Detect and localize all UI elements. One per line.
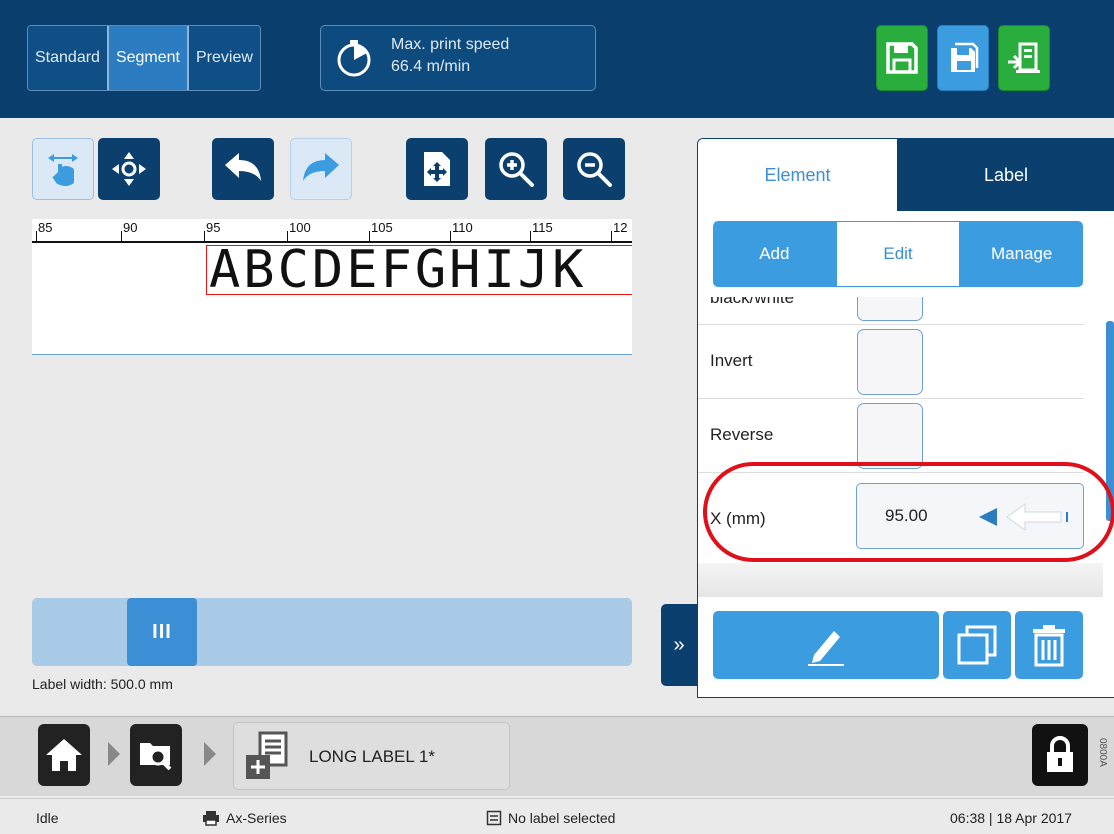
label-status-icon <box>486 810 502 826</box>
view-tabs: Standard Segment Preview <box>27 25 261 91</box>
save-icon <box>886 42 918 74</box>
zoom-in-button[interactable] <box>485 138 547 200</box>
subtab-add[interactable]: Add <box>713 221 836 287</box>
panel-subtabs: Add Edit Manage <box>713 221 1083 287</box>
undo-button[interactable] <box>212 138 274 200</box>
stopwatch-icon <box>337 40 371 77</box>
exit-icon <box>1008 42 1040 73</box>
save-as-icon <box>951 42 979 72</box>
ruler-label: 100 <box>289 220 311 235</box>
label-name: LONG LABEL 1* <box>309 747 435 766</box>
printer-text: Ax-Series <box>226 810 287 826</box>
edit-element-button[interactable] <box>713 611 939 679</box>
ruler-tick <box>450 231 451 241</box>
ruler-label: 105 <box>371 220 393 235</box>
datetime-text: 06:38 | 18 Apr 2017 <box>950 810 1072 826</box>
scrollbar-thumb[interactable]: III <box>127 598 197 666</box>
breadcrumb-arrow-icon <box>204 742 216 766</box>
delete-element-button[interactable] <box>1015 611 1083 679</box>
current-label-crumb[interactable]: LONG LABEL 1* <box>233 722 510 790</box>
black-white-checkbox[interactable] <box>857 297 923 321</box>
move-icon <box>112 152 146 186</box>
version-code: 0800A <box>1097 738 1108 767</box>
folder-search-icon <box>140 743 172 771</box>
speed-title: Max. print speed <box>391 36 510 53</box>
touch-pan-button[interactable] <box>32 138 94 200</box>
ruler-label: 95 <box>206 220 221 235</box>
move-button[interactable] <box>98 138 160 200</box>
save-as-button[interactable] <box>937 25 989 91</box>
label-width-text: Label width: 500.0 mm <box>32 676 173 692</box>
subtab-manage[interactable]: Manage <box>960 221 1083 287</box>
save-button[interactable] <box>876 25 928 91</box>
browse-labels-button[interactable] <box>130 724 182 786</box>
breadcrumb-arrow-icon <box>108 742 120 766</box>
zoom-in-icon <box>499 152 534 187</box>
touch-pan-icon <box>48 154 78 186</box>
label-status: No label selected <box>486 810 615 826</box>
home-button[interactable] <box>38 724 90 786</box>
printer-icon <box>203 811 219 826</box>
ruler-label: 110 <box>452 220 473 235</box>
speed-value: 66.4 m/min <box>391 58 471 75</box>
property-row-black-white: black/white <box>698 297 1084 325</box>
tab-preview[interactable]: Preview <box>188 26 260 90</box>
ruler-tick <box>287 231 288 241</box>
lock-icon <box>1047 736 1073 772</box>
label-canvas[interactable]: ABCDEFGHIJK <box>32 243 632 355</box>
ruler-tick <box>36 231 37 241</box>
new-label-icon <box>246 731 288 779</box>
invert-label: Invert <box>710 351 753 370</box>
highlight-annotation <box>703 462 1114 562</box>
delete-icon <box>1033 625 1065 667</box>
home-icon <box>46 739 82 771</box>
fit-icon <box>424 152 450 186</box>
reverse-label: Reverse <box>710 425 774 444</box>
print-speed-panel: Max. print speed 66.4 m/min <box>320 25 596 91</box>
label-scrollbar[interactable]: III <box>32 598 632 666</box>
undo-icon <box>225 153 261 181</box>
ruler-label: 12 <box>613 220 628 235</box>
edit-pencil-icon <box>808 631 844 666</box>
zoom-out-button[interactable] <box>563 138 625 200</box>
ruler: 85 90 95 100 105 110 115 12 <box>32 219 632 243</box>
header-bar: Standard Segment Preview Max. print spee… <box>0 0 1114 118</box>
ruler-label: 85 <box>38 220 53 235</box>
tab-standard[interactable]: Standard <box>28 26 109 90</box>
copy-icon <box>957 625 997 665</box>
ruler-tick <box>530 231 531 241</box>
lock-button[interactable] <box>1032 724 1088 786</box>
label-status-text: No label selected <box>508 810 616 826</box>
ruler-tick <box>121 231 122 241</box>
invert-checkbox[interactable] <box>857 329 923 395</box>
ruler-tick <box>611 231 612 241</box>
ruler-tick <box>369 231 370 241</box>
properties-panel: Element Label Add Edit Manage black/whit… <box>697 138 1114 698</box>
ruler-tick <box>204 231 205 241</box>
printer-model: Ax-Series <box>202 810 287 826</box>
datetime: 06:38 | 18 Apr 2017 <box>950 810 1072 826</box>
collapse-panel-button[interactable]: » <box>661 604 697 686</box>
zoom-out-icon <box>577 152 612 187</box>
fit-button[interactable] <box>406 138 468 200</box>
tab-element[interactable]: Element <box>698 139 897 211</box>
state-text: Idle <box>36 810 59 826</box>
text-element[interactable]: ABCDEFGHIJK <box>206 245 632 295</box>
property-row-invert: Invert <box>698 325 1084 399</box>
reverse-checkbox[interactable] <box>857 403 923 469</box>
ruler-label: 115 <box>532 220 553 235</box>
redo-icon <box>303 153 339 181</box>
copy-element-button[interactable] <box>943 611 1011 679</box>
subtab-edit[interactable]: Edit <box>835 221 961 287</box>
list-fade <box>698 563 1103 597</box>
status-bar: Idle Ax-Series No label selected 06:38 |… <box>0 798 1114 834</box>
printer-state: Idle <box>36 810 59 826</box>
tab-label[interactable]: Label <box>897 139 1114 211</box>
black-white-label: black/white <box>710 297 795 307</box>
ruler-label: 90 <box>123 220 138 235</box>
grip-icon: III <box>152 620 172 643</box>
redo-button[interactable] <box>290 138 352 200</box>
exit-button[interactable] <box>998 25 1050 91</box>
tab-segment[interactable]: Segment <box>108 26 189 90</box>
